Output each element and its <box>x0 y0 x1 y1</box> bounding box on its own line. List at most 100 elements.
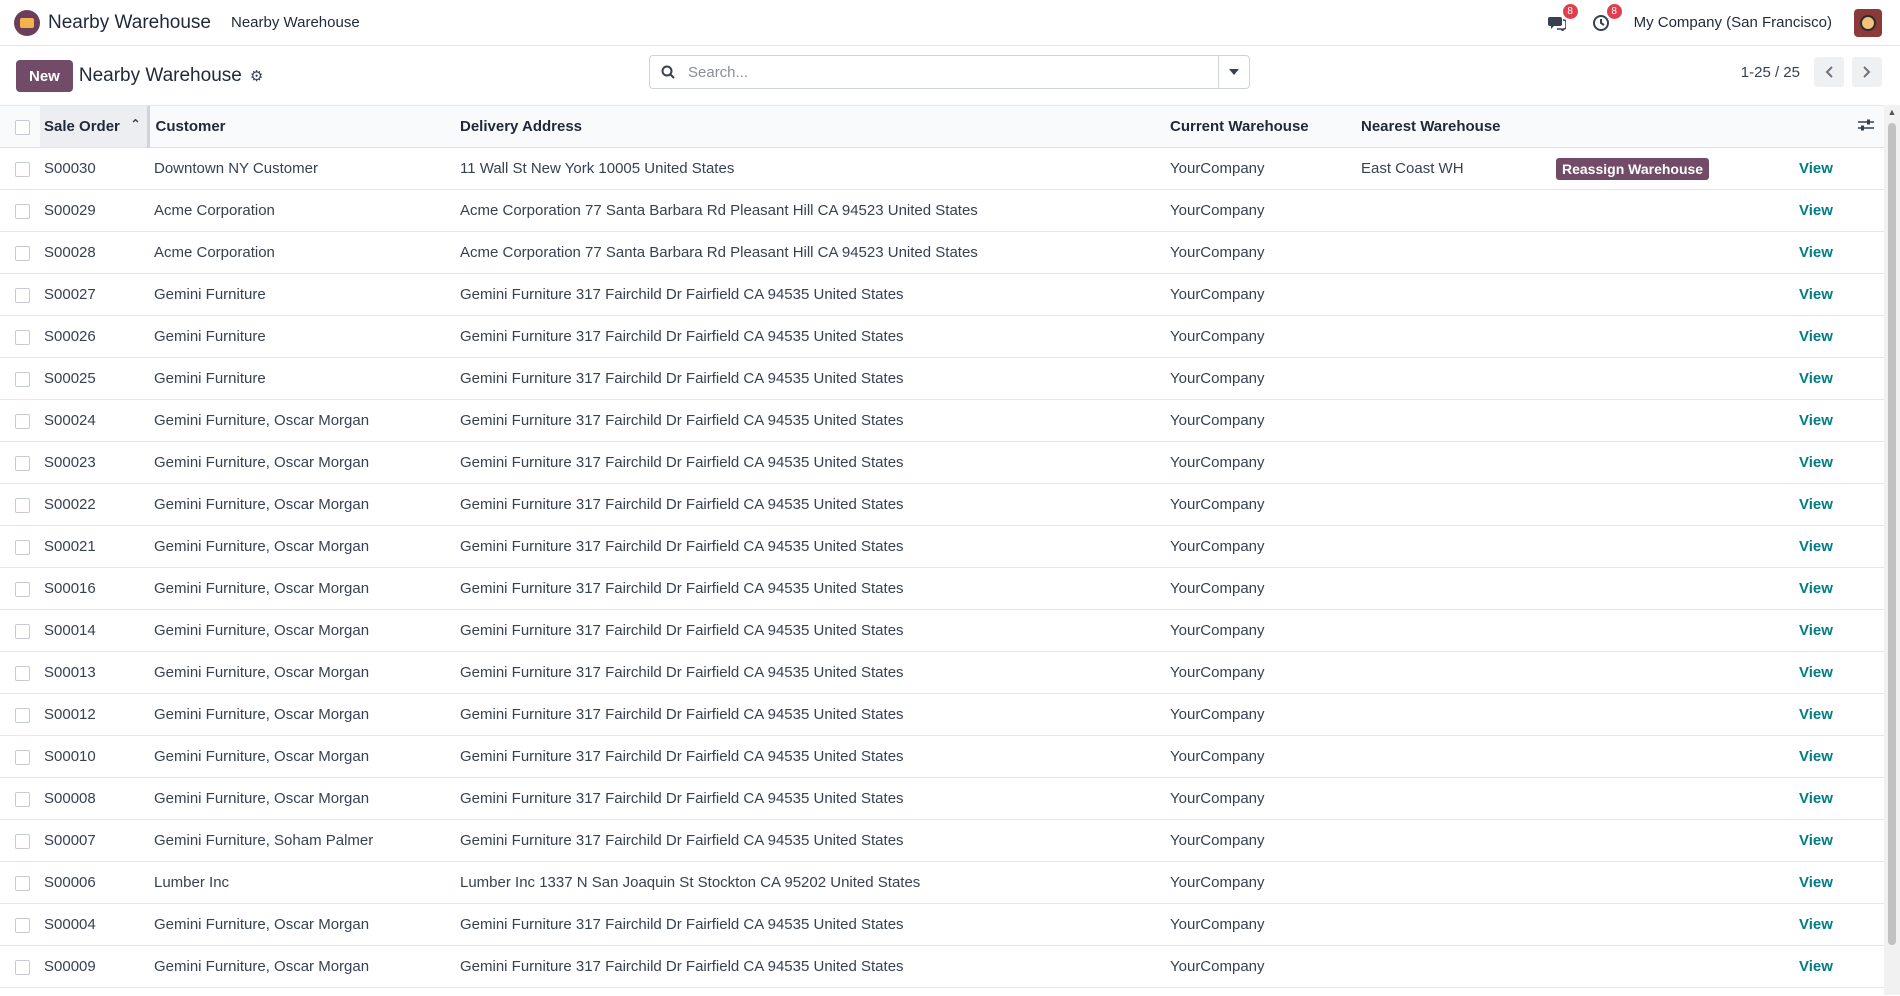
app-logo-icon[interactable] <box>14 10 40 36</box>
table-row[interactable]: S00025Gemini FurnitureGemini Furniture 3… <box>0 358 1884 400</box>
table-row[interactable]: S00012Gemini Furniture, Oscar MorganGemi… <box>0 694 1884 736</box>
table-row[interactable]: S00022Gemini Furniture, Oscar MorganGemi… <box>0 484 1884 526</box>
table-row[interactable]: S00016Gemini Furniture, Oscar MorganGemi… <box>0 568 1884 610</box>
pager-previous-button[interactable] <box>1814 57 1844 87</box>
row-checkbox[interactable] <box>15 708 30 723</box>
table-row[interactable]: S00024Gemini Furniture, Oscar MorganGemi… <box>0 400 1884 442</box>
column-header-nearest-warehouse[interactable]: Nearest Warehouse <box>1360 106 1555 148</box>
cell-view: View <box>1798 820 1884 862</box>
table-row[interactable]: S00030Downtown NY Customer11 Wall St New… <box>0 148 1884 190</box>
row-checkbox[interactable] <box>15 624 30 639</box>
row-checkbox[interactable] <box>15 162 30 177</box>
row-checkbox[interactable] <box>15 414 30 429</box>
table-row[interactable]: S00014Gemini Furniture, Oscar MorganGemi… <box>0 610 1884 652</box>
vertical-scrollbar[interactable]: ▲ <box>1884 105 1900 995</box>
search-options-toggle[interactable] <box>1218 56 1249 88</box>
view-link[interactable]: View <box>1799 328 1833 345</box>
column-header-current-warehouse[interactable]: Current Warehouse <box>1169 106 1360 148</box>
row-checkbox[interactable] <box>15 330 30 345</box>
row-checkbox[interactable] <box>15 204 30 219</box>
view-link[interactable]: View <box>1799 370 1833 387</box>
row-checkbox[interactable] <box>15 540 30 555</box>
cell-action <box>1555 652 1798 694</box>
column-header-sale-order[interactable]: Sale Order ⌃ <box>40 106 148 148</box>
row-checkbox[interactable] <box>15 582 30 597</box>
view-link[interactable]: View <box>1799 706 1833 723</box>
row-checkbox[interactable] <box>15 918 30 933</box>
table-row[interactable]: S00013Gemini Furniture, Oscar MorganGemi… <box>0 652 1884 694</box>
view-link[interactable]: View <box>1799 664 1833 681</box>
row-select-cell <box>0 316 40 358</box>
row-checkbox[interactable] <box>15 498 30 513</box>
user-avatar[interactable] <box>1854 9 1882 37</box>
table-row[interactable]: S00008Gemini Furniture, Oscar MorganGemi… <box>0 778 1884 820</box>
table-row[interactable]: S00026Gemini FurnitureGemini Furniture 3… <box>0 316 1884 358</box>
view-link[interactable]: View <box>1799 286 1833 303</box>
table-body: S00030Downtown NY Customer11 Wall St New… <box>0 148 1884 996</box>
table-row[interactable]: S00027Gemini FurnitureGemini Furniture 3… <box>0 274 1884 316</box>
view-link[interactable]: View <box>1799 202 1833 219</box>
column-header-customer[interactable]: Customer <box>148 106 456 148</box>
table-row[interactable]: S00010Gemini Furniture, Oscar MorganGemi… <box>0 736 1884 778</box>
row-checkbox[interactable] <box>15 666 30 681</box>
row-checkbox[interactable] <box>15 960 30 975</box>
row-checkbox[interactable] <box>15 792 30 807</box>
row-checkbox[interactable] <box>15 288 30 303</box>
view-link[interactable]: View <box>1799 538 1833 555</box>
company-switcher[interactable]: My Company (San Francisco) <box>1634 14 1832 31</box>
cell-customer: Gemini Furniture, Oscar Morgan <box>148 904 456 946</box>
search-input[interactable] <box>686 56 1218 88</box>
table-row[interactable]: S00004Gemini Furniture, Oscar MorganGemi… <box>0 904 1884 946</box>
row-checkbox[interactable] <box>15 876 30 891</box>
view-link[interactable]: View <box>1799 748 1833 765</box>
row-checkbox[interactable] <box>15 246 30 261</box>
view-link[interactable]: View <box>1799 874 1833 891</box>
app-name[interactable]: Nearby Warehouse <box>48 12 211 34</box>
view-link[interactable]: View <box>1799 790 1833 807</box>
menu-item-nearby-warehouse[interactable]: Nearby Warehouse <box>231 14 360 31</box>
cell-sale-order: S00004 <box>40 904 148 946</box>
view-link[interactable]: View <box>1799 832 1833 849</box>
new-button[interactable]: New <box>16 60 73 92</box>
select-all-checkbox[interactable] <box>15 120 30 135</box>
table-row[interactable]: S00021Gemini Furniture, Oscar MorganGemi… <box>0 526 1884 568</box>
row-checkbox[interactable] <box>15 750 30 765</box>
view-link[interactable]: View <box>1799 496 1833 513</box>
scroll-thumb[interactable] <box>1888 123 1896 945</box>
table-row[interactable]: S00029Acme CorporationAcme Corporation 7… <box>0 190 1884 232</box>
reassign-warehouse-button[interactable]: Reassign Warehouse <box>1556 158 1709 180</box>
cell-current-warehouse: YourCompany <box>1169 358 1360 400</box>
row-checkbox[interactable] <box>15 372 30 387</box>
page-title: Nearby Warehouse <box>79 65 242 87</box>
messages-button[interactable]: 8 <box>1546 12 1568 34</box>
cell-view: View <box>1798 568 1884 610</box>
optional-columns-toggle[interactable] <box>1798 106 1884 148</box>
table-row[interactable]: S00023Gemini Furniture, Oscar MorganGemi… <box>0 442 1884 484</box>
view-link[interactable]: View <box>1799 622 1833 639</box>
view-link[interactable]: View <box>1799 580 1833 597</box>
pager-value[interactable]: 1-25 / 25 <box>1741 64 1800 81</box>
table-row[interactable]: S00006Lumber IncLumber Inc 1337 N San Jo… <box>0 862 1884 904</box>
chevron-right-icon <box>1863 66 1871 78</box>
table-row[interactable]: S00007Gemini Furniture, Soham PalmerGemi… <box>0 820 1884 862</box>
activities-button[interactable]: 8 <box>1590 12 1612 34</box>
view-link[interactable]: View <box>1799 454 1833 471</box>
clock-icon <box>1592 14 1610 32</box>
cell-sale-order: S00026 <box>40 316 148 358</box>
cell-action <box>1555 274 1798 316</box>
gear-icon[interactable]: ⚙ <box>250 67 263 85</box>
view-link[interactable]: View <box>1799 244 1833 261</box>
view-link[interactable]: View <box>1799 160 1833 177</box>
row-checkbox[interactable] <box>15 456 30 471</box>
column-header-delivery-address[interactable]: Delivery Address <box>456 106 1169 148</box>
view-link[interactable]: View <box>1799 916 1833 933</box>
row-select-cell <box>0 736 40 778</box>
pager-next-button[interactable] <box>1852 57 1882 87</box>
view-link[interactable]: View <box>1799 412 1833 429</box>
table-row[interactable]: S00009Gemini Furniture, Oscar MorganGemi… <box>0 946 1884 988</box>
cell-action <box>1555 484 1798 526</box>
row-checkbox[interactable] <box>15 834 30 849</box>
scroll-up-arrow-icon[interactable]: ▲ <box>1884 105 1900 119</box>
table-row[interactable]: S00028Acme CorporationAcme Corporation 7… <box>0 232 1884 274</box>
view-link[interactable]: View <box>1799 958 1833 975</box>
